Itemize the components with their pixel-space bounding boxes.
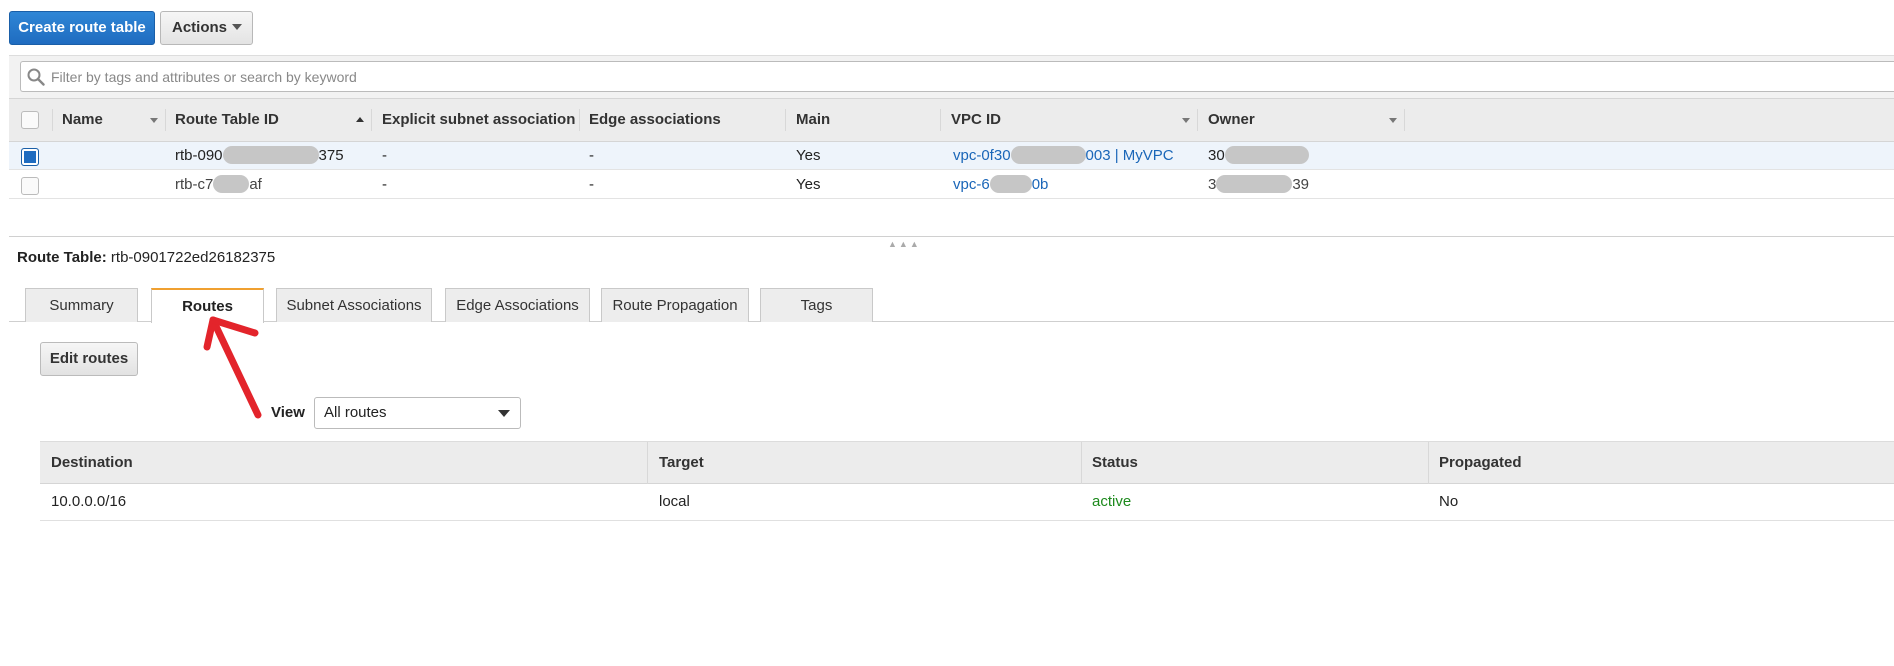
routes-header: Destination Target Status Propagated [40, 441, 1894, 484]
view-label: View [271, 404, 305, 421]
cell-explicit-subnet: - [382, 176, 387, 193]
search-placeholder: Filter by tags and attributes or search … [51, 69, 357, 85]
cell-propagated: No [1439, 493, 1459, 510]
row-checkbox[interactable] [21, 148, 39, 166]
table-row: 10.0.0.0/16 local active No [40, 484, 1894, 521]
sort-icon[interactable] [1182, 118, 1190, 123]
view-select-value: All routes [324, 404, 387, 421]
view-select[interactable]: All routes [314, 397, 521, 429]
redacted-blur [213, 174, 250, 193]
route-table-id-prefix: rtb-c7 [175, 176, 214, 193]
chevron-down-icon [232, 24, 242, 30]
redacted-blur [989, 174, 1032, 193]
owner-prefix: 30 [1208, 147, 1225, 164]
vpc-id-link[interactable]: vpc-6 0b [953, 171, 1048, 199]
edit-routes-button[interactable]: Edit routes [40, 342, 138, 376]
column-header-edge-associations[interactable]: Edge associations [589, 99, 721, 141]
route-table-value: rtb-0901722ed26182375 [110, 249, 276, 266]
vpc-id-prefix: vpc-0f30 [953, 147, 1011, 164]
sort-icon[interactable] [150, 118, 158, 123]
search-input[interactable]: Filter by tags and attributes or search … [20, 61, 1894, 92]
annotation-arrow-icon [203, 316, 262, 419]
tab-edge-associations[interactable]: Edge Associations [445, 288, 590, 322]
column-header-status: Status [1092, 454, 1138, 471]
redacted-blur [222, 145, 319, 164]
cell-route-table-id: rtb-090 375 [175, 142, 344, 170]
cell-explicit-subnet: - [382, 147, 387, 164]
column-header-destination: Destination [51, 454, 133, 471]
chevron-down-icon [498, 410, 510, 417]
cell-main: Yes [796, 176, 821, 193]
create-route-table-button[interactable]: Create route table [9, 11, 155, 45]
cell-main: Yes [796, 147, 821, 164]
column-header-explicit-subnet[interactable]: Explicit subnet association [382, 99, 580, 141]
status-badge: active [1092, 493, 1132, 510]
column-header-name[interactable]: Name [62, 99, 103, 141]
column-header-route-table-id[interactable]: Route Table ID [175, 99, 279, 141]
route-tables-header: Name Route Table ID Explicit subnet asso… [9, 98, 1894, 142]
redacted-blur [1216, 174, 1293, 193]
cell-route-table-id: rtb-c7 af [175, 171, 262, 199]
select-all-checkbox[interactable] [21, 111, 39, 129]
sort-ascending-icon[interactable] [356, 117, 364, 122]
vpc-id-link[interactable]: vpc-0f30 003 | MyVPC [953, 142, 1174, 170]
cell-edge-associations: - [589, 176, 594, 193]
cell-destination: 10.0.0.0/16 [51, 493, 127, 510]
table-row[interactable]: rtb-c7 af - - Yes vpc-6 0b 3 39 [9, 171, 1894, 199]
tab-subnet-associations[interactable]: Subnet Associations [276, 288, 432, 322]
route-table-label: Route Table: [17, 249, 107, 266]
cell-target: local [659, 493, 690, 510]
pane-splitter[interactable] [9, 236, 1894, 237]
actions-label: Actions [172, 19, 228, 36]
route-table-id-suffix: af [249, 176, 262, 193]
cell-owner: 3 39 [1208, 171, 1309, 199]
sort-icon[interactable] [1389, 118, 1397, 123]
column-header-owner[interactable]: Owner [1208, 99, 1255, 141]
route-table-id-prefix: rtb-090 [175, 147, 223, 164]
column-header-main[interactable]: Main [796, 99, 830, 141]
column-header-propagated: Propagated [1439, 454, 1522, 471]
tab-tags[interactable]: Tags [760, 288, 873, 322]
search-icon [27, 68, 45, 86]
cell-owner: 30 [1208, 142, 1309, 170]
vpc-id-suffix: 003 | MyVPC [1085, 147, 1174, 164]
vpc-id-suffix: 0b [1031, 176, 1049, 193]
cell-edge-associations: - [589, 147, 594, 164]
resize-grip-icon[interactable]: ▲▲▲ [888, 239, 921, 249]
redacted-blur [1224, 145, 1309, 164]
table-row[interactable]: rtb-090 375 - - Yes vpc-0f30 003 | MyVPC 3… [9, 142, 1894, 170]
owner-prefix: 3 [1208, 176, 1217, 193]
owner-suffix: 39 [1292, 176, 1310, 193]
vpc-id-prefix: vpc-6 [953, 176, 990, 193]
route-table-id-suffix: 375 [318, 147, 344, 164]
route-table-detail-title: Route Table: rtb-0901722ed26182375 [17, 249, 275, 266]
tab-summary[interactable]: Summary [25, 288, 138, 322]
tab-route-propagation[interactable]: Route Propagation [601, 288, 749, 322]
redacted-blur [1010, 145, 1086, 164]
row-checkbox[interactable] [21, 177, 39, 195]
actions-dropdown-button[interactable]: Actions [160, 11, 253, 45]
column-header-vpc-id[interactable]: VPC ID [951, 99, 1001, 141]
column-header-target: Target [659, 454, 704, 471]
